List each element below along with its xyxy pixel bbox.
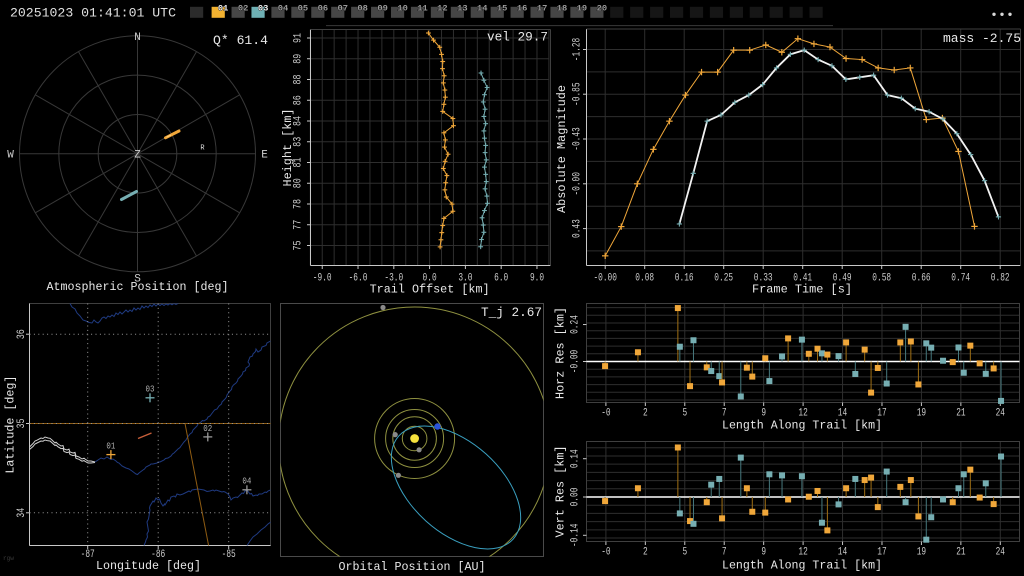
svg-text:Atmospheric Position [deg]: Atmospheric Position [deg]	[47, 280, 229, 294]
svg-text:Absolute Magnitude: Absolute Magnitude	[555, 85, 569, 213]
svg-text:0.14: 0.14	[570, 449, 582, 468]
svg-text:34: 34	[16, 507, 28, 517]
svg-text:01: 01	[106, 442, 115, 452]
svg-text:-6.0: -6.0	[349, 273, 368, 285]
svg-text:24: 24	[996, 408, 1006, 420]
svg-text:75: 75	[293, 241, 305, 251]
svg-text:5: 5	[682, 408, 687, 420]
svg-text:05: 05	[298, 4, 309, 14]
svg-text:01: 01	[218, 4, 229, 14]
svg-text:Orbital Position [AU]: Orbital Position [AU]	[339, 560, 486, 574]
svg-text:2: 2	[643, 408, 648, 420]
svg-text:Height [km]: Height [km]	[281, 109, 295, 187]
svg-text:02: 02	[238, 4, 249, 14]
svg-text:-0.00: -0.00	[572, 172, 584, 196]
svg-text:91: 91	[293, 33, 305, 43]
svg-text:04: 04	[278, 4, 289, 14]
svg-text:03: 03	[258, 4, 269, 14]
svg-text:36: 36	[16, 329, 28, 339]
svg-text:24: 24	[996, 547, 1006, 559]
svg-text:0.82: 0.82	[991, 273, 1010, 285]
svg-text:2: 2	[643, 547, 648, 559]
svg-text:Length Along Trail [km]: Length Along Trail [km]	[722, 559, 882, 573]
svg-text:-9.0: -9.0	[313, 273, 332, 285]
svg-text:08: 08	[357, 4, 368, 14]
svg-text:11: 11	[417, 4, 428, 14]
svg-text:06: 06	[318, 4, 329, 14]
svg-text:14: 14	[838, 547, 848, 559]
svg-text:02: 02	[203, 424, 212, 434]
svg-text:9: 9	[761, 547, 766, 559]
svg-text:17: 17	[537, 4, 548, 14]
svg-text:78: 78	[293, 199, 305, 209]
svg-text:-0: -0	[601, 408, 610, 420]
svg-text:19: 19	[917, 408, 926, 420]
svg-text:04: 04	[242, 477, 251, 487]
svg-text:6.0: 6.0	[494, 273, 508, 285]
svg-text:20251023 01:41:01 UTC: 20251023 01:41:01 UTC	[10, 6, 176, 21]
svg-text:5: 5	[682, 547, 687, 559]
svg-text:14: 14	[477, 4, 488, 14]
svg-text:20: 20	[597, 4, 608, 14]
svg-text:Length Along Trail [km]: Length Along Trail [km]	[722, 419, 882, 433]
svg-text:Horz Res [km]: Horz Res [km]	[554, 307, 568, 399]
svg-text:-1.28: -1.28	[572, 38, 584, 62]
svg-text:18: 18	[557, 4, 568, 14]
svg-text:-0.43: -0.43	[572, 127, 584, 151]
svg-text:7: 7	[722, 547, 727, 559]
svg-text:03: 03	[146, 385, 155, 395]
svg-text:Trail Offset [km]: Trail Offset [km]	[370, 283, 490, 297]
svg-text:-0.00: -0.00	[570, 350, 582, 374]
svg-text:15: 15	[497, 4, 508, 14]
svg-text:W: W	[7, 150, 14, 162]
svg-text:vel 29.7: vel 29.7	[487, 30, 548, 45]
svg-text:0.00: 0.00	[570, 488, 582, 507]
svg-text:Z: Z	[134, 150, 141, 162]
svg-text:Vert Res [km]: Vert Res [km]	[554, 446, 568, 538]
svg-text:13: 13	[457, 4, 468, 14]
svg-text:0.43: 0.43	[572, 219, 584, 238]
svg-text:mass -2.75: mass -2.75	[943, 31, 1021, 46]
svg-text:N: N	[134, 32, 141, 44]
svg-text:Q* 61.4: Q* 61.4	[213, 33, 268, 48]
svg-text:07: 07	[338, 4, 349, 14]
svg-text:0.08: 0.08	[635, 273, 654, 285]
svg-text:12: 12	[798, 547, 807, 559]
svg-text:-0.85: -0.85	[572, 82, 584, 106]
svg-text:16: 16	[517, 4, 528, 14]
svg-text:35: 35	[16, 419, 28, 429]
svg-text:Longitude [deg]: Longitude [deg]	[96, 559, 201, 573]
svg-text:21: 21	[956, 408, 966, 420]
svg-text:12: 12	[437, 4, 448, 14]
svg-text:-0.14: -0.14	[570, 523, 582, 547]
svg-text:0.58: 0.58	[872, 273, 891, 285]
svg-text:0.24: 0.24	[570, 315, 582, 334]
svg-text:rgw: rgw	[3, 555, 14, 562]
svg-text:T_j 2.67: T_j 2.67	[481, 305, 542, 320]
svg-text:89: 89	[293, 54, 305, 64]
svg-text:88: 88	[293, 75, 305, 85]
svg-text:19: 19	[577, 4, 588, 14]
svg-text:-0: -0	[601, 547, 610, 559]
svg-text:-87: -87	[81, 549, 95, 561]
svg-text:0.74: 0.74	[951, 273, 970, 285]
svg-text:77: 77	[293, 220, 305, 230]
svg-text:10: 10	[397, 4, 408, 14]
svg-text:0.16: 0.16	[675, 273, 694, 285]
svg-text:86: 86	[293, 95, 305, 105]
svg-text:Frame Time [s]: Frame Time [s]	[752, 283, 852, 297]
svg-text:0.66: 0.66	[912, 273, 931, 285]
svg-text:-0.00: -0.00	[593, 273, 617, 285]
svg-text:9.0: 9.0	[530, 273, 544, 285]
svg-text:09: 09	[377, 4, 388, 14]
svg-text:21: 21	[956, 547, 966, 559]
svg-text:0.25: 0.25	[714, 273, 733, 285]
svg-text:E: E	[261, 150, 268, 162]
svg-text:-85: -85	[222, 549, 236, 561]
svg-text:Latitude [deg]: Latitude [deg]	[4, 376, 18, 474]
svg-text:19: 19	[917, 547, 926, 559]
svg-text:17: 17	[877, 547, 886, 559]
